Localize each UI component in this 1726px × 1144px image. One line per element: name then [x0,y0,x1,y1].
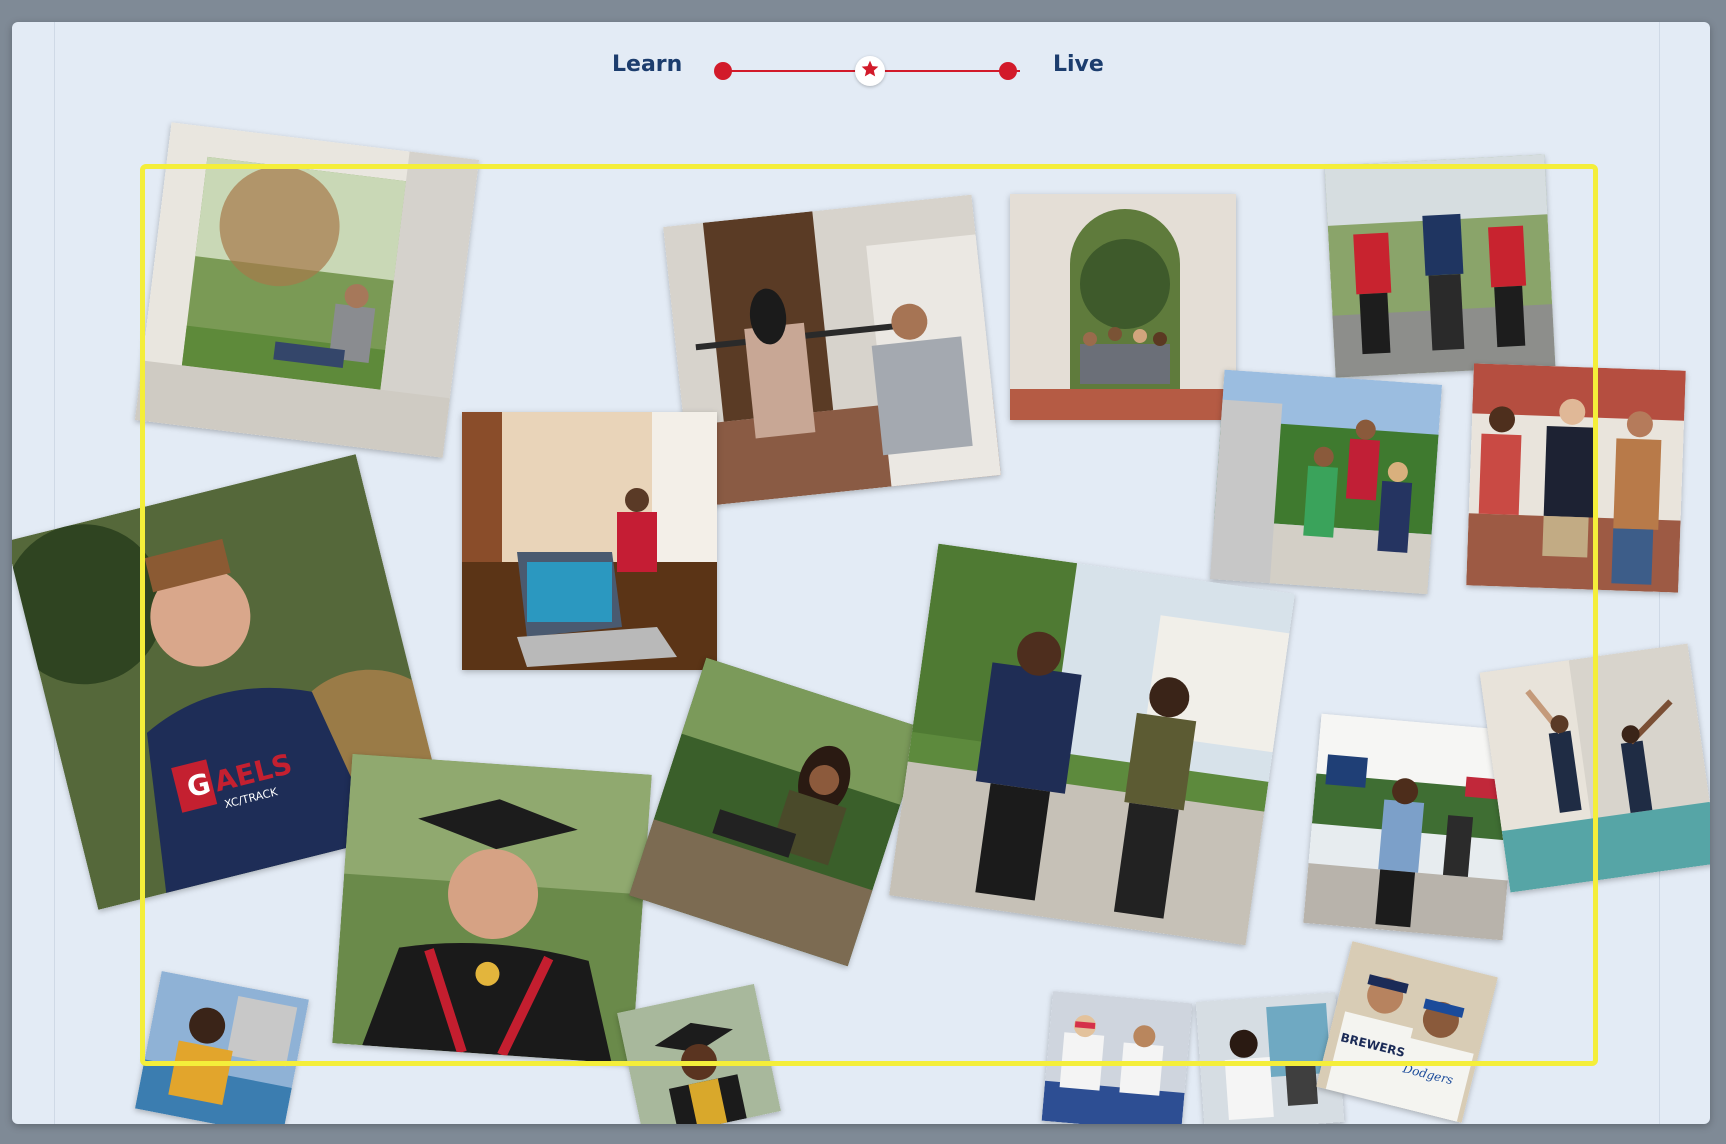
photo-baseball-fans[interactable]: BREWERS Dodgers [1316,941,1498,1123]
slider-knob[interactable] [855,56,885,86]
photo-graduate-smiling[interactable] [617,983,781,1124]
photo-classroom-laptops[interactable] [462,412,717,670]
photo-students-walking-smiling[interactable] [889,543,1295,946]
collage-canvas: Learn Live G AELS XC/TRACK BREWERS Dodge… [12,22,1710,1124]
photo-students-campus-tour[interactable] [1209,369,1443,595]
photo-students-walking-campus[interactable] [1466,363,1686,593]
photo-students-archway-group[interactable] [1010,194,1236,420]
photo-student-graduate[interactable] [332,753,652,1065]
live-label[interactable]: Live [1053,52,1104,77]
photo-students-running[interactable] [1324,154,1556,378]
photo-dance-class[interactable] [1479,643,1710,893]
slider-end-dot[interactable] [999,62,1017,80]
photo-students-lab[interactable] [1041,991,1193,1124]
learn-label[interactable]: Learn [612,52,682,77]
slider-start-dot[interactable] [714,62,732,80]
photo-student-sitting-grass[interactable] [629,657,925,967]
photo-student-window-reading[interactable] [134,122,480,458]
photo-student-lake[interactable] [135,970,309,1124]
photo-student-campus-walk[interactable] [1303,713,1521,941]
star-icon [860,59,880,84]
